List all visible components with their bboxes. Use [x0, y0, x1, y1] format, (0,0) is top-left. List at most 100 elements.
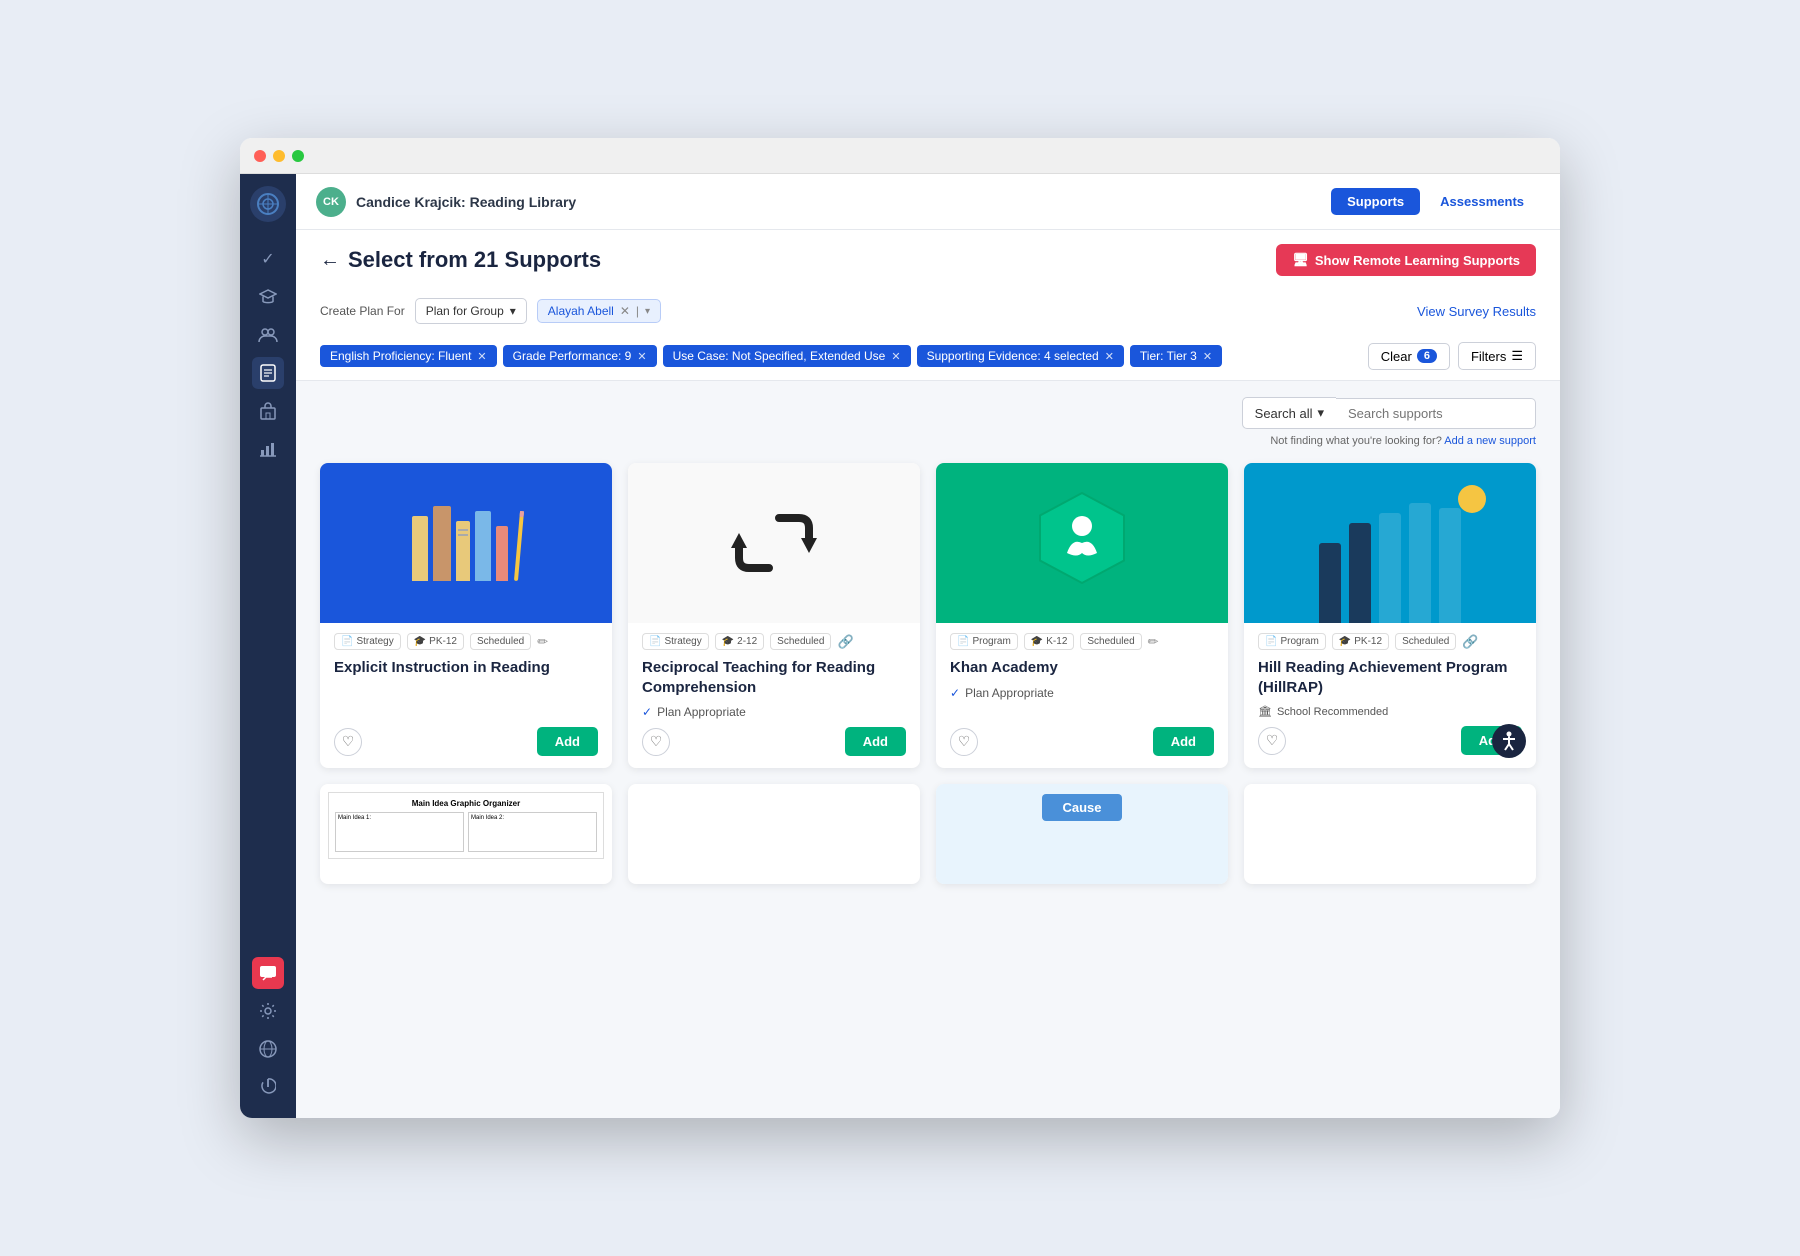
- strategy-icon: 📄: [341, 636, 353, 647]
- edit-icon-reciprocal[interactable]: 🔗: [837, 634, 853, 650]
- search-all-button[interactable]: Search all ▾: [1242, 397, 1336, 429]
- tag-english-remove[interactable]: ✕: [477, 350, 486, 363]
- page-title-row: ← Select from 21 Supports 🖥 Show Remote …: [320, 244, 1536, 276]
- heart-button-explicit[interactable]: ♡: [334, 728, 362, 756]
- accessibility-button[interactable]: [1492, 724, 1526, 758]
- tag-use-remove[interactable]: ✕: [891, 350, 900, 363]
- card-worksheet-preview: Main Idea Graphic Organizer Main Idea 1:…: [320, 784, 612, 884]
- sidebar-icon-gear[interactable]: [252, 995, 284, 1027]
- not-finding-text: Not finding what you're looking for? Add…: [320, 435, 1536, 447]
- view-survey-button[interactable]: View Survey Results: [1417, 304, 1536, 319]
- sidebar-icon-graduate[interactable]: [252, 281, 284, 313]
- plan-value: Plan for Group: [426, 304, 504, 318]
- edit-icon-explicit[interactable]: ✏: [537, 634, 548, 650]
- tag-tier-remove[interactable]: ✕: [1203, 350, 1212, 363]
- plan-appropriate-reciprocal: ✓ Plan Appropriate: [642, 705, 906, 719]
- search-input[interactable]: [1336, 398, 1536, 429]
- card-hill-title: Hill Reading Achievement Program (HillRA…: [1258, 658, 1522, 697]
- meta-tag-program-k: 📄 Program: [950, 633, 1018, 650]
- clear-button[interactable]: Clear 6: [1368, 343, 1450, 370]
- card-reciprocal-title: Reciprocal Teaching for Reading Comprehe…: [642, 658, 906, 697]
- add-button-khan[interactable]: Add: [1153, 727, 1214, 756]
- sidebar-icon-group[interactable]: [252, 319, 284, 351]
- meta-tag-grade-k: 🎓 K-12: [1024, 633, 1075, 650]
- card-reciprocal-footer: ♡ Add: [642, 727, 906, 756]
- remote-learning-button[interactable]: 🖥 Show Remote Learning Supports: [1276, 244, 1536, 276]
- page-title: ← Select from 21 Supports: [320, 247, 601, 273]
- school-recommended-hill: 🏛 School Recommended: [1258, 705, 1522, 718]
- tags-row: English Proficiency: Fluent ✕ Grade Perf…: [320, 334, 1536, 380]
- card-explicit-body: 📄 Strategy 🎓 PK-12 Scheduled: [320, 623, 612, 768]
- program-h-label: Program: [1280, 636, 1318, 647]
- tag-tier: Tier: Tier 3 ✕: [1130, 345, 1222, 367]
- student-chip-remove[interactable]: ✕: [620, 304, 630, 318]
- card-explicit-meta: 📄 Strategy 🎓 PK-12 Scheduled: [334, 633, 598, 650]
- grade-r-icon: 🎓: [722, 636, 734, 647]
- tag-grade-remove[interactable]: ✕: [637, 350, 646, 363]
- sidebar-icon-document[interactable]: [252, 357, 284, 389]
- meta-tag-scheduled-r: Scheduled: [770, 633, 831, 650]
- meta-tag-scheduled: Scheduled: [470, 633, 531, 650]
- sidebar-icon-globe[interactable]: [252, 1033, 284, 1065]
- tag-grade-label: Grade Performance: 9: [513, 349, 632, 363]
- tags-left: English Proficiency: Fluent ✕ Grade Perf…: [320, 345, 1222, 367]
- plan-label-k: Plan Appropriate: [965, 686, 1054, 700]
- meta-tag-grade-r: 🎓 2-12: [715, 633, 764, 650]
- maximize-dot[interactable]: [292, 150, 304, 162]
- scheduled-r-label: Scheduled: [777, 636, 824, 647]
- filters-icon: ☰: [1511, 348, 1523, 364]
- supports-button[interactable]: Supports: [1331, 188, 1420, 215]
- program-k-label: Program: [972, 636, 1010, 647]
- remote-icon: 🖥: [1292, 252, 1309, 268]
- heart-button-hill[interactable]: ♡: [1258, 727, 1286, 755]
- tag-use-case: Use Case: Not Specified, Extended Use ✕: [663, 345, 911, 367]
- tag-tier-label: Tier: Tier 3: [1140, 349, 1197, 363]
- add-button-reciprocal[interactable]: Add: [845, 727, 906, 756]
- add-new-support-link[interactable]: Add a new support: [1444, 435, 1536, 447]
- strategy-r-icon: 📄: [649, 636, 661, 647]
- filters-button[interactable]: Filters ☰: [1458, 342, 1536, 370]
- grade-h-icon: 🎓: [1339, 636, 1351, 647]
- nav-title: Candice Krajcik: Reading Library: [356, 194, 1331, 210]
- assessments-button[interactable]: Assessments: [1424, 188, 1540, 215]
- card-hill-rap: 📄 Program 🎓 PK-12 Scheduled: [1244, 463, 1536, 768]
- scheduled-k-label: Scheduled: [1087, 636, 1134, 647]
- sidebar-icon-building[interactable]: [252, 395, 284, 427]
- card-khan-title: Khan Academy: [950, 658, 1214, 678]
- meta-tag-grade: 🎓 PK-12: [407, 633, 464, 650]
- search-row: Search all ▾: [320, 397, 1536, 429]
- sidebar-icon-chart[interactable]: [252, 433, 284, 465]
- strategy-r-label: Strategy: [664, 636, 701, 647]
- program-k-icon: 📄: [957, 636, 969, 647]
- plan-caret: ▾: [510, 304, 516, 318]
- back-arrow[interactable]: ←: [320, 249, 340, 272]
- add-button-explicit[interactable]: Add: [537, 727, 598, 756]
- sidebar-icon-check[interactable]: ✓: [252, 243, 284, 275]
- tags-right: Clear 6 Filters ☰: [1368, 342, 1536, 370]
- card-hill-footer: ♡ Add: [1258, 726, 1522, 755]
- grade-k-label: K-12: [1046, 636, 1067, 647]
- sidebar-icon-power[interactable]: [252, 1071, 284, 1103]
- sidebar-icon-chat[interactable]: [252, 957, 284, 989]
- card-khan: 📄 Program 🎓 K-12 Scheduled: [936, 463, 1228, 768]
- meta-tag-program-h: 📄 Program: [1258, 633, 1326, 650]
- minimize-dot[interactable]: [273, 150, 285, 162]
- edit-icon-hill[interactable]: 🔗: [1462, 634, 1478, 650]
- card-explicit-instruction: 📄 Strategy 🎓 PK-12 Scheduled: [320, 463, 612, 768]
- heart-button-reciprocal[interactable]: ♡: [642, 728, 670, 756]
- card-reciprocal: 📄 Strategy 🎓 2-12 Scheduled: [628, 463, 920, 768]
- meta-tag-strategy: 📄 Strategy: [334, 633, 401, 650]
- card-empty-2: [628, 784, 920, 884]
- school-rec-icon: 🏛: [1258, 705, 1272, 718]
- card-khan-meta: 📄 Program 🎓 K-12 Scheduled: [950, 633, 1214, 650]
- strategy-label: Strategy: [356, 636, 393, 647]
- tag-use-label: Use Case: Not Specified, Extended Use: [673, 349, 886, 363]
- search-all-caret: ▾: [1317, 405, 1324, 421]
- edit-icon-khan[interactable]: ✏: [1148, 634, 1159, 650]
- heart-button-khan[interactable]: ♡: [950, 728, 978, 756]
- close-dot[interactable]: [254, 150, 266, 162]
- plan-select[interactable]: Plan for Group ▾: [415, 298, 527, 324]
- tag-evidence-remove[interactable]: ✕: [1105, 350, 1114, 363]
- page-title-text: Select from 21 Supports: [348, 247, 601, 273]
- student-chip-caret[interactable]: ▾: [645, 306, 650, 317]
